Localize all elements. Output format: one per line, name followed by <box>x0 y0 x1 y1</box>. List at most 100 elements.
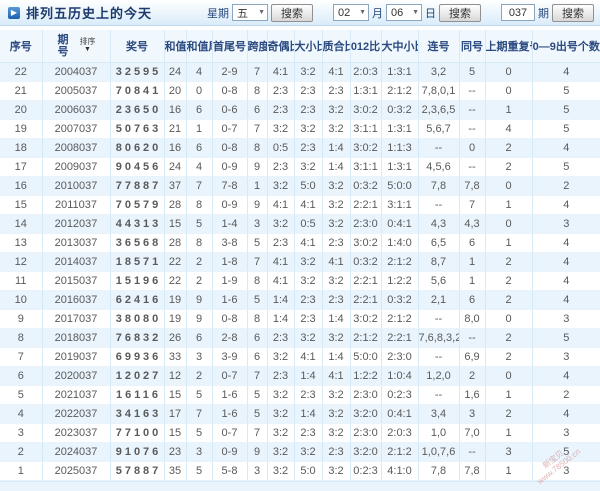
cell: 4 <box>484 119 533 139</box>
week-select[interactable]: 五 ▼ <box>232 4 268 21</box>
table-row: 8 2018037 76832 26 6 2-8 6 2:3 3:2 3:2 2:1:2 2:2:1 7… <box>0 328 600 348</box>
table-row: 12 2014037 18571 22 2 1-8 7 4:1 3:2 4:1 0:3:2 2:1:2… <box>0 252 600 272</box>
cell: 3:2 <box>266 347 295 367</box>
month-select[interactable]: 02 ▼ <box>333 4 369 21</box>
cell: 1 <box>484 233 533 253</box>
cell: 3-8 <box>211 233 248 253</box>
cell: 3,2 <box>417 62 460 82</box>
col-header-consecutive: 连号 <box>417 30 460 63</box>
cell: 0 <box>484 309 533 329</box>
cell: 3 <box>531 461 600 481</box>
cell: 3 <box>531 347 600 367</box>
cell: 1 <box>484 461 533 481</box>
cell: 3:2 <box>266 461 295 481</box>
cell: 1,0,7,6 <box>417 442 460 462</box>
cell: 35 <box>163 461 187 481</box>
cell: 0:4:1 <box>380 214 419 234</box>
cell: 0:2:3 <box>349 461 382 481</box>
award-number-cell: 16116 <box>109 385 165 405</box>
cell: 0-8 <box>211 81 248 101</box>
award-number-cell: 90456 <box>109 157 165 177</box>
cell: 1:4:0 <box>380 233 419 253</box>
cell: 0 <box>458 138 486 158</box>
chevron-down-icon: ▼ <box>258 9 265 16</box>
cell: 5,6 <box>417 271 460 291</box>
cell: 2:3 <box>293 100 323 120</box>
cell: 2:1:2 <box>380 81 419 101</box>
cell: 2-9 <box>211 62 248 82</box>
cell: 0-9 <box>211 195 248 215</box>
award-number-cell: 77100 <box>109 423 165 443</box>
cell: 15 <box>163 385 187 405</box>
cell: 0:3:2 <box>349 252 382 272</box>
date-search-button[interactable]: 搜索 <box>439 3 481 22</box>
cell: 2 <box>484 328 533 348</box>
cell: 5:0:0 <box>349 347 382 367</box>
award-number-cell: 32595 <box>109 62 165 82</box>
footer-strip <box>0 480 600 491</box>
cell: 0:3:2 <box>349 176 382 196</box>
cell: 2:1:2 <box>380 442 419 462</box>
cell: 2006037 <box>41 100 111 120</box>
issue-label: 期 <box>538 7 549 20</box>
cell: 6 <box>0 366 43 386</box>
cell: 2010037 <box>41 176 111 196</box>
cell: 0-6 <box>211 100 248 120</box>
cell: 2 <box>185 271 213 291</box>
cell: 2 <box>484 290 533 310</box>
cell: 2:3:0 <box>349 214 382 234</box>
cell: 2011037 <box>41 195 111 215</box>
cell: 3:2 <box>321 119 351 139</box>
table-row: 1 2025037 57887 35 5 5-8 3 3:2 5:0 3:2 0:2:3 4:1:0 7… <box>0 461 600 481</box>
cell: 2:3 <box>293 81 323 101</box>
cell: 1:3:1 <box>380 119 419 139</box>
week-search-button[interactable]: 搜索 <box>271 3 313 22</box>
cell: 3:2 <box>321 404 351 424</box>
cell: 3:2 <box>293 62 323 82</box>
cell: 5,6,7 <box>417 119 460 139</box>
cell: 1 <box>484 385 533 405</box>
cell: 1:2:2 <box>380 271 419 291</box>
cell: 3 <box>246 461 268 481</box>
chevron-down-icon: ▼ <box>412 9 419 16</box>
cell: 8 <box>246 271 268 291</box>
cell: 3:1:1 <box>349 157 382 177</box>
week-select-value: 五 <box>237 7 248 20</box>
cell: 2:3 <box>266 100 295 120</box>
sort-control[interactable]: 排序 ▼ <box>80 37 96 54</box>
cell: 4 <box>531 252 600 272</box>
cell: 8 <box>0 328 43 348</box>
cell: 6 <box>458 233 486 253</box>
col-header-bigsmall: 大小比 <box>293 30 323 63</box>
cell: 2:2:1 <box>349 290 382 310</box>
cell: 2,3,6,5 <box>417 100 460 120</box>
award-number-cell: 23650 <box>109 100 165 120</box>
cell: 4:1 <box>321 366 351 386</box>
cell: 16 <box>0 176 43 196</box>
cell: 3:1:1 <box>349 119 382 139</box>
cell: 6,5 <box>417 233 460 253</box>
table-row: 11 2015037 15196 22 2 1-9 8 4:1 3:2 3:2 2:2:1 1:2:2… <box>0 271 600 291</box>
day-select[interactable]: 06 ▼ <box>386 4 422 21</box>
cell: 7 <box>246 366 268 386</box>
sort-down-icon: ▼ <box>84 45 91 53</box>
issue-search-button[interactable]: 搜索 <box>552 3 594 22</box>
col-header-issue: 期号 排序 ▼ <box>41 30 111 63</box>
cell: 8 <box>246 138 268 158</box>
cell: 1,0 <box>417 423 460 443</box>
award-number-cell: 34163 <box>109 404 165 424</box>
table-row: 7 2019037 69936 33 3 3-9 6 3:2 4:1 1:4 5:0:0 2:3:0-… <box>0 347 600 367</box>
cell: 3 <box>531 309 600 329</box>
cell: -- <box>458 157 486 177</box>
cell: 3:2 <box>321 176 351 196</box>
cell: 1-6 <box>211 404 248 424</box>
cell: 2 <box>185 366 213 386</box>
cell: 19 <box>0 119 43 139</box>
cell: 4 <box>531 62 600 82</box>
month-label: 月 <box>372 7 383 20</box>
col-header-seq: 序号 <box>0 30 43 63</box>
cell: 3:2 <box>321 423 351 443</box>
cell: 6 <box>246 100 268 120</box>
issue-input[interactable] <box>501 4 535 21</box>
cell: 26 <box>163 328 187 348</box>
